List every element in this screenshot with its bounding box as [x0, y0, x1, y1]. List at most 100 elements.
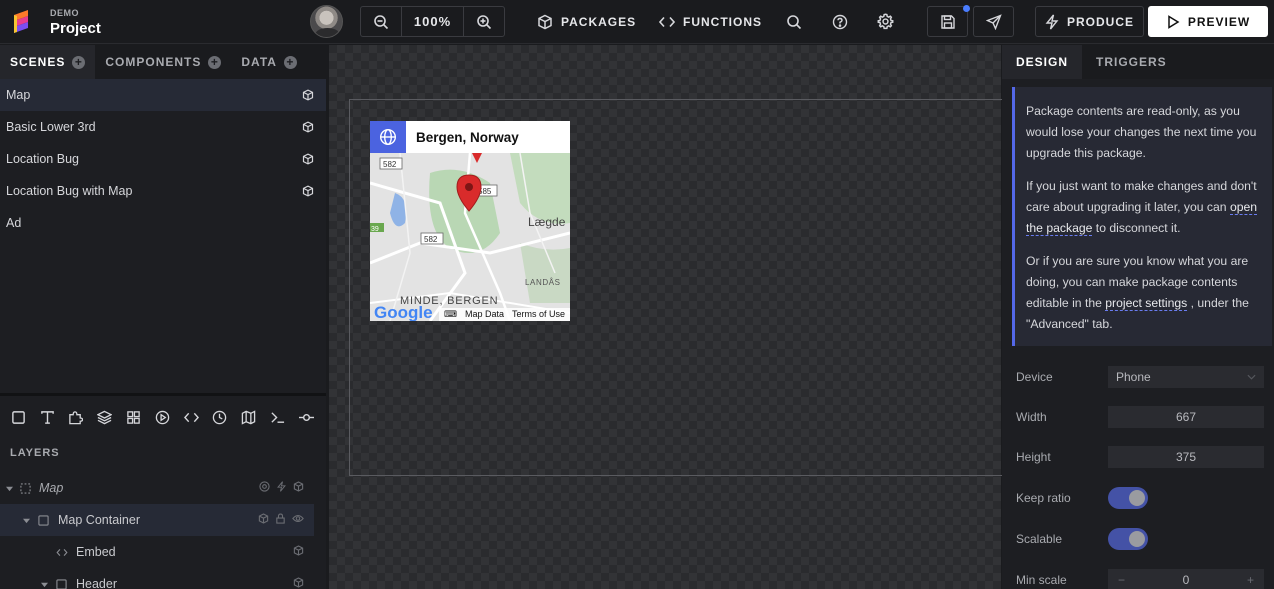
package-icon — [258, 513, 269, 524]
text-tool[interactable] — [33, 404, 62, 432]
add-component-icon[interactable]: + — [208, 55, 222, 69]
preview-button[interactable]: PREVIEW — [1148, 6, 1268, 37]
eye-icon[interactable] — [292, 513, 304, 524]
functions-button[interactable]: FUNCTIONS — [659, 6, 762, 37]
project-name[interactable]: Project — [50, 20, 101, 37]
tab-triggers[interactable]: TRIGGERS — [1082, 45, 1181, 79]
scalable-toggle[interactable] — [1108, 528, 1148, 550]
tab-data[interactable]: DATA + — [231, 45, 307, 79]
project-kicker: DEMO — [50, 8, 79, 18]
square-icon — [38, 514, 49, 526]
scene-item[interactable]: Ad — [0, 207, 326, 239]
play-icon — [1168, 14, 1180, 29]
add-scene-icon[interactable]: + — [72, 55, 86, 69]
scalable-row: Scalable — [1016, 528, 1266, 550]
device-label: Device — [1016, 370, 1053, 384]
clock-tool[interactable] — [206, 404, 235, 432]
search-button[interactable] — [778, 6, 809, 37]
notice-paragraph: Or if you are sure you know what you are… — [1026, 251, 1260, 335]
layer-label: Map Container — [58, 513, 140, 527]
video-tool[interactable] — [148, 404, 177, 432]
canvas[interactable]: 39 582 585 582 Lægde MINDE, BERGEN LANDÅ… — [329, 45, 1009, 589]
min-scale-row: Min scale − 0 + — [1016, 569, 1266, 589]
zoom-control: 100% — [360, 6, 505, 37]
layers-tool[interactable] — [90, 404, 119, 432]
decrement-button[interactable]: − — [1118, 573, 1125, 587]
zoom-out-icon — [374, 14, 389, 29]
google-logo: Google — [374, 303, 433, 321]
avatar[interactable] — [310, 5, 343, 38]
layer-row[interactable]: Header — [0, 568, 314, 589]
settings-button[interactable] — [870, 6, 901, 37]
width-field[interactable]: 667 — [1108, 406, 1264, 428]
height-row: Height 375 — [1016, 446, 1266, 468]
device-select[interactable]: Phone — [1108, 366, 1264, 388]
packages-button[interactable]: PACKAGES — [537, 6, 636, 37]
grid-icon — [127, 411, 140, 424]
component-tool[interactable] — [62, 404, 91, 432]
script-tool[interactable] — [263, 404, 292, 432]
tab-components[interactable]: COMPONENTS + — [95, 45, 231, 79]
keep-ratio-toggle[interactable] — [1108, 487, 1148, 509]
scene-item[interactable]: Map — [0, 79, 326, 111]
map-tool[interactable] — [234, 404, 263, 432]
terms-link[interactable]: Terms of Use — [512, 309, 565, 320]
zoom-level[interactable]: 100% — [401, 7, 464, 36]
min-scale-value[interactable]: 0 — [1183, 573, 1190, 587]
layer-row[interactable]: Embed — [0, 536, 314, 568]
keyboard-icon[interactable]: ⌨ — [444, 309, 457, 320]
puzzle-icon — [69, 411, 84, 425]
insert-toolbar — [0, 393, 326, 439]
target-icon[interactable] — [259, 481, 270, 492]
scene-list: Map Basic Lower 3rd Location Bug Locatio… — [0, 79, 326, 239]
produce-button[interactable]: PRODUCE — [1035, 6, 1144, 37]
chevron-down-icon[interactable] — [23, 517, 30, 524]
scene-item[interactable]: Location Bug — [0, 143, 326, 175]
scene-item[interactable]: Basic Lower 3rd — [0, 111, 326, 143]
help-icon — [832, 14, 847, 29]
embed-tool[interactable] — [177, 404, 206, 432]
project-settings-link[interactable]: project settings — [1105, 296, 1188, 311]
add-data-icon[interactable]: + — [283, 55, 297, 69]
play-circle-icon — [155, 410, 170, 425]
gear-icon — [877, 13, 894, 30]
height-field[interactable]: 375 — [1108, 446, 1264, 468]
increment-button[interactable]: + — [1247, 573, 1254, 587]
lock-icon[interactable] — [275, 513, 286, 524]
layer-row[interactable]: Map — [0, 472, 314, 504]
map-embed[interactable]: 39 582 585 582 Lægde MINDE, BERGEN LANDÅ… — [370, 153, 570, 321]
scene-item[interactable]: Location Bug with Map — [0, 175, 326, 207]
notice-text: If you just want to make changes and don… — [1026, 179, 1257, 214]
help-button[interactable] — [824, 6, 855, 37]
package-icon — [302, 153, 314, 165]
map-widget[interactable]: 39 582 585 582 Lægde MINDE, BERGEN LANDÅ… — [370, 121, 570, 321]
bolt-icon[interactable] — [276, 481, 287, 492]
map-road-label: 582 — [383, 160, 397, 169]
save-button[interactable] — [927, 6, 968, 37]
scene-label: Location Bug with Map — [6, 184, 133, 198]
widget-header[interactable]: Bergen, Norway — [370, 121, 570, 153]
chevron-down-icon[interactable] — [41, 581, 48, 588]
tab-label: COMPONENTS — [105, 55, 202, 69]
terminal-icon — [271, 412, 285, 423]
layer-row[interactable]: Map Container — [0, 504, 314, 536]
left-panel: SCENES + COMPONENTS + DATA + Map Basic L… — [0, 45, 326, 589]
commit-tool[interactable] — [292, 404, 321, 432]
grid-tool[interactable] — [119, 404, 148, 432]
send-icon — [985, 13, 1002, 30]
layer-label: Embed — [76, 545, 116, 559]
rectangle-tool[interactable] — [4, 404, 33, 432]
app-logo-icon[interactable] — [12, 10, 32, 34]
notice-paragraph: Package contents are read-only, as you w… — [1026, 104, 1257, 160]
tab-design[interactable]: DESIGN — [1002, 45, 1083, 79]
map-data-link[interactable]: Map Data — [465, 309, 504, 320]
layer-label: Map — [39, 481, 64, 495]
zoom-in-button[interactable] — [464, 7, 504, 36]
widget-title: Bergen, Norway — [416, 129, 519, 145]
tab-scenes[interactable]: SCENES + — [0, 45, 96, 79]
chevron-down-icon[interactable] — [6, 485, 13, 492]
zoom-out-button[interactable] — [361, 7, 401, 36]
min-scale-label: Min scale — [1016, 573, 1067, 587]
share-button[interactable] — [973, 6, 1014, 37]
package-icon — [538, 14, 552, 29]
